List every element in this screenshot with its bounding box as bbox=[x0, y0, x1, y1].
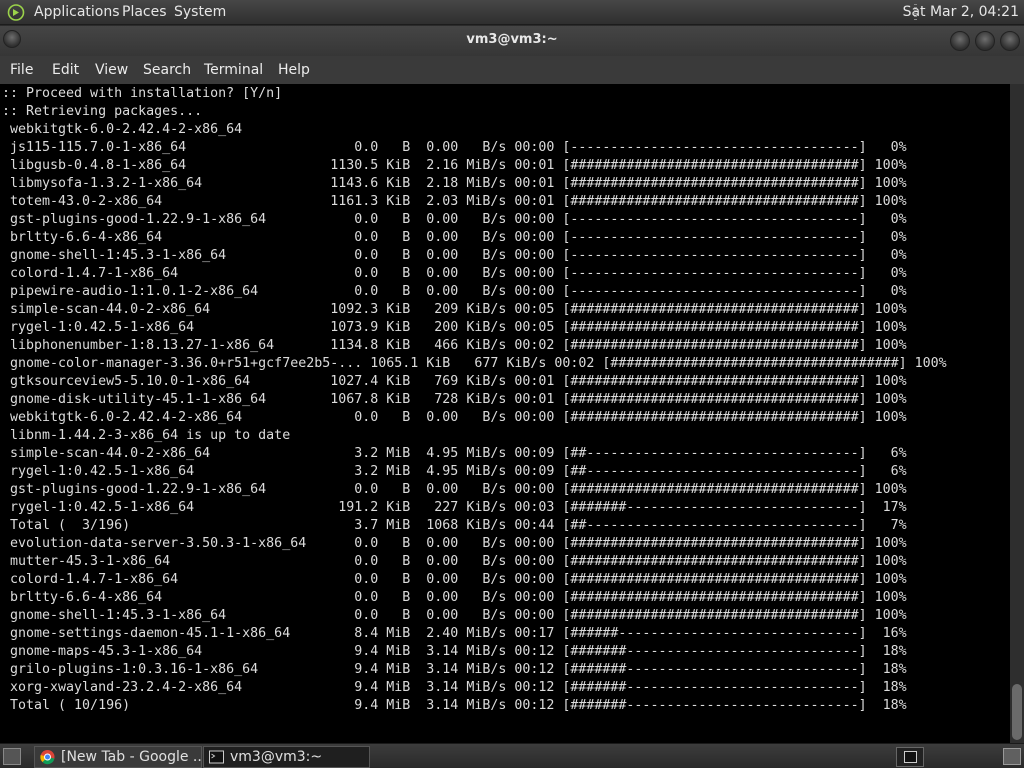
terminal-line: libmysofa-1.3.2-1-x86_64 1143.6 KiB 2.18… bbox=[2, 176, 907, 191]
menu-file[interactable]: File bbox=[10, 61, 33, 79]
maximize-button[interactable] bbox=[975, 31, 995, 51]
terminal-line: brltty-6.6-4-x86_64 0.0 B 0.00 B/s 00:00… bbox=[2, 230, 907, 245]
scrollbar-thumb[interactable] bbox=[1012, 684, 1022, 740]
terminal-line: :: Retrieving packages... bbox=[2, 104, 203, 119]
taskbar-item-terminal[interactable]: vm3@vm3:~ bbox=[203, 746, 370, 768]
terminal-line: grilo-plugins-1:0.3.16-1-x86_64 9.4 MiB … bbox=[2, 662, 907, 677]
close-button[interactable] bbox=[1000, 31, 1020, 51]
menu-help[interactable]: Help bbox=[278, 61, 310, 79]
places-menu[interactable]: Places bbox=[122, 4, 167, 21]
terminal-line: gst-plugins-good-1.22.9-1-x86_64 0.0 B 0… bbox=[2, 482, 907, 497]
menu-search[interactable]: Search bbox=[143, 61, 191, 79]
window-titlebar[interactable]: vm3@vm3:~ bbox=[0, 26, 1024, 56]
chrome-icon bbox=[40, 750, 55, 765]
terminal-line: webkitgtk-6.0-2.42.4-2-x86_64 bbox=[2, 122, 243, 137]
terminal-line: libgusb-0.4.8-1-x86_64 1130.5 KiB 2.16 M… bbox=[2, 158, 907, 173]
terminal-line: brltty-6.6-4-x86_64 0.0 B 0.00 B/s 00:00… bbox=[2, 590, 907, 605]
terminal-icon bbox=[209, 750, 224, 764]
bottom-taskbar: [New Tab - Google ... vm3@vm3:~ bbox=[0, 743, 1024, 768]
terminal-line: xorg-xwayland-23.2.4-2-x86_64 9.4 MiB 3.… bbox=[2, 680, 907, 695]
taskbar-label-terminal: vm3@vm3:~ bbox=[230, 749, 323, 765]
menu-view[interactable]: View bbox=[95, 61, 128, 79]
terminal-line: js115-115.7.0-1-x86_64 0.0 B 0.00 B/s 00… bbox=[2, 140, 907, 155]
minimize-button[interactable] bbox=[950, 31, 970, 51]
scrollbar[interactable] bbox=[1010, 84, 1024, 743]
terminal-line: colord-1.4.7-1-x86_64 0.0 B 0.00 B/s 00:… bbox=[2, 266, 907, 281]
system-menu[interactable]: System bbox=[174, 4, 226, 21]
terminal-line: gnome-disk-utility-45.1-1-x86_64 1067.8 … bbox=[2, 392, 907, 407]
menubar: File Edit View Search Terminal Help bbox=[0, 56, 1024, 84]
terminal-line: libphonenumber-1:8.13.27-1-x86_64 1134.8… bbox=[2, 338, 907, 353]
terminal-line: Total ( 10/196) 9.4 MiB 3.14 MiB/s 00:12… bbox=[2, 698, 907, 713]
terminal-line: rygel-1:0.42.5-1-x86_64 191.2 KiB 227 Ki… bbox=[2, 500, 907, 515]
terminal-icon bbox=[904, 751, 917, 763]
terminal-line: rygel-1:0.42.5-1-x86_64 1073.9 KiB 200 K… bbox=[2, 320, 907, 335]
tray-terminal-button[interactable] bbox=[896, 747, 924, 767]
terminal-line: evolution-data-server-3.50.3-1-x86_64 0.… bbox=[2, 536, 907, 551]
terminal-line: gst-plugins-good-1.22.9-1-x86_64 0.0 B 0… bbox=[2, 212, 907, 227]
terminal-line: libnm-1.44.2-3-x86_64 is up to date bbox=[2, 428, 291, 443]
distro-logo-icon[interactable] bbox=[7, 4, 25, 21]
terminal-line: simple-scan-44.0-2-x86_64 1092.3 KiB 209… bbox=[2, 302, 907, 317]
menu-edit[interactable]: Edit bbox=[52, 61, 79, 79]
terminal-line: rygel-1:0.42.5-1-x86_64 3.2 MiB 4.95 MiB… bbox=[2, 464, 907, 479]
terminal-line: colord-1.4.7-1-x86_64 0.0 B 0.00 B/s 00:… bbox=[2, 572, 907, 587]
terminal-line: :: Proceed with installation? [Y/n] bbox=[2, 86, 283, 101]
taskbar-item-chrome[interactable]: [New Tab - Google ... bbox=[34, 746, 202, 768]
terminal-line: gnome-maps-45.3-1-x86_64 9.4 MiB 3.14 Mi… bbox=[2, 644, 907, 659]
terminal-line: simple-scan-44.0-2-x86_64 3.2 MiB 4.95 M… bbox=[2, 446, 907, 461]
terminal-line: pipewire-audio-1:1.0.1-2-x86_64 0.0 B 0.… bbox=[2, 284, 907, 299]
terminal-line: webkitgtk-6.0-2.42.4-2-x86_64 0.0 B 0.00… bbox=[2, 410, 907, 425]
applications-menu[interactable]: Applications bbox=[34, 4, 120, 21]
window-title: vm3@vm3:~ bbox=[466, 32, 558, 47]
show-desktop-icon[interactable] bbox=[3, 748, 21, 765]
taskbar-label-chrome: [New Tab - Google ... bbox=[61, 749, 202, 765]
clock[interactable]: Sat Mar 2, 04:21 bbox=[903, 4, 1019, 21]
terminal-line: gnome-settings-daemon-45.1-1-x86_64 8.4 … bbox=[2, 626, 907, 641]
terminal-line: gnome-shell-1:45.3-1-x86_64 0.0 B 0.00 B… bbox=[2, 608, 907, 623]
menu-terminal[interactable]: Terminal bbox=[204, 61, 263, 79]
terminal-line: gnome-color-manager-3.36.0+r51+gcf7ee2b5… bbox=[2, 356, 947, 371]
terminal-line: mutter-45.3-1-x86_64 0.0 B 0.00 B/s 00:0… bbox=[2, 554, 907, 569]
workspace-switcher[interactable] bbox=[1003, 748, 1021, 765]
terminal-line: gtksourceview5-5.10.0-1-x86_64 1027.4 Ki… bbox=[2, 374, 907, 389]
top-panel: Applications Places System Sat Mar 2, 04… bbox=[0, 0, 1024, 25]
terminal-line: Total ( 3/196) 3.7 MiB 1068 KiB/s 00:44 … bbox=[2, 518, 907, 533]
terminal-line: totem-43.0-2-x86_64 1161.3 KiB 2.03 MiB/… bbox=[2, 194, 907, 209]
terminal-line: gnome-shell-1:45.3-1-x86_64 0.0 B 0.00 B… bbox=[2, 248, 907, 263]
terminal-output[interactable]: :: Proceed with installation? [Y/n]:: Re… bbox=[0, 84, 1010, 743]
